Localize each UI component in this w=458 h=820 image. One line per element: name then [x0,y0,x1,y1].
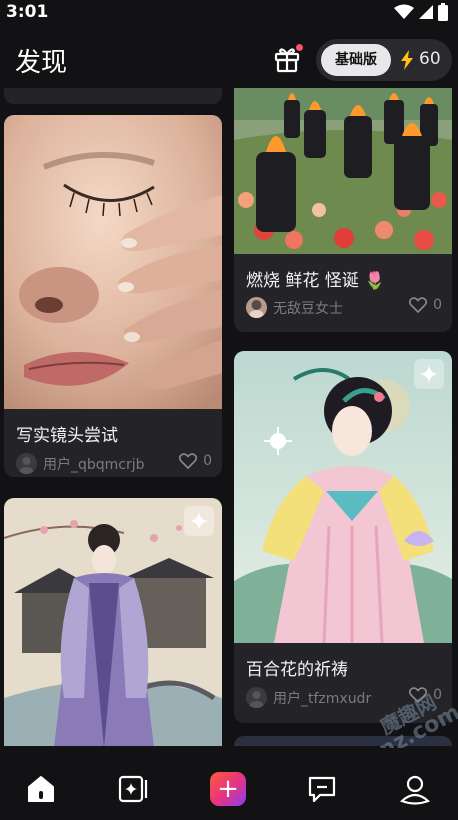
heart-icon [409,297,428,313]
status-icons [394,3,448,21]
bottom-nav: + [0,748,458,820]
header: 发现 基础版 60 [0,36,458,86]
card-title: 燃烧 鲜花 怪诞 🌷 [246,271,386,291]
gallery-icon [118,775,148,803]
credits-count: 60 [419,49,441,69]
author-name: 用户_qbqmcrjb [43,456,145,473]
battery-icon [438,3,448,21]
like-button[interactable]: 0 [409,297,442,313]
author[interactable]: 用户_qbqmcrjb [16,453,145,474]
gift-button[interactable] [272,44,303,74]
discover-feed[interactable]: 写实镜头尝试 用户_qbqmcrjb 0 燃烧 鲜花 怪诞 🌷 无敌豆女士 0 … [0,88,458,746]
sparkle-icon [420,365,438,383]
create-button[interactable]: + [210,772,246,806]
message-icon [308,776,336,803]
nav-home[interactable] [24,772,58,806]
like-button[interactable]: 0 [179,453,212,469]
plan-badge[interactable]: 基础版 [321,44,391,76]
author-name: 用户_tfzmxudr [273,690,372,707]
card-partial-top-left[interactable] [4,88,222,104]
status-bar: 3:01 [0,0,458,26]
profile-icon [399,775,431,805]
card-lily-prayer[interactable]: 百合花的祈祷 用户_tfzmxudr 0 [234,351,452,723]
home-icon [28,776,54,802]
card-title: 百合花的祈祷 [246,660,348,680]
signal-icon [419,5,433,19]
like-count: 0 [203,453,212,469]
heart-icon [179,453,198,469]
sparkle-icon [190,512,208,530]
card-title: 写实镜头尝试 [16,426,118,446]
status-time: 3:01 [6,2,49,22]
like-count: 0 [433,297,442,313]
nav-profile[interactable] [398,772,432,806]
artwork-image[interactable] [4,115,222,409]
card-hanfu-purple[interactable] [4,498,222,746]
page-title: 发现 [15,48,68,78]
author-name: 无敌豆女士 [273,300,343,317]
avatar [16,453,37,474]
nav-gallery[interactable] [116,772,150,806]
notification-dot [296,44,303,51]
card-burning-flowers[interactable]: 燃烧 鲜花 怪诞 🌷 无敌豆女士 0 [234,88,452,332]
avatar [246,687,267,708]
card-realistic-lens[interactable]: 写实镜头尝试 用户_qbqmcrjb 0 [4,115,222,477]
artwork-image[interactable] [234,88,452,254]
plan-pill[interactable]: 基础版 60 [316,39,452,81]
author[interactable]: 无敌豆女士 [246,297,343,318]
ai-badge [184,506,214,536]
author[interactable]: 用户_tfzmxudr [246,687,371,708]
wifi-icon [394,4,414,19]
nav-messages[interactable] [305,772,339,806]
avatar [246,297,267,318]
lightning-icon [401,50,413,70]
ai-badge [414,359,444,389]
artwork-image[interactable] [234,351,452,643]
